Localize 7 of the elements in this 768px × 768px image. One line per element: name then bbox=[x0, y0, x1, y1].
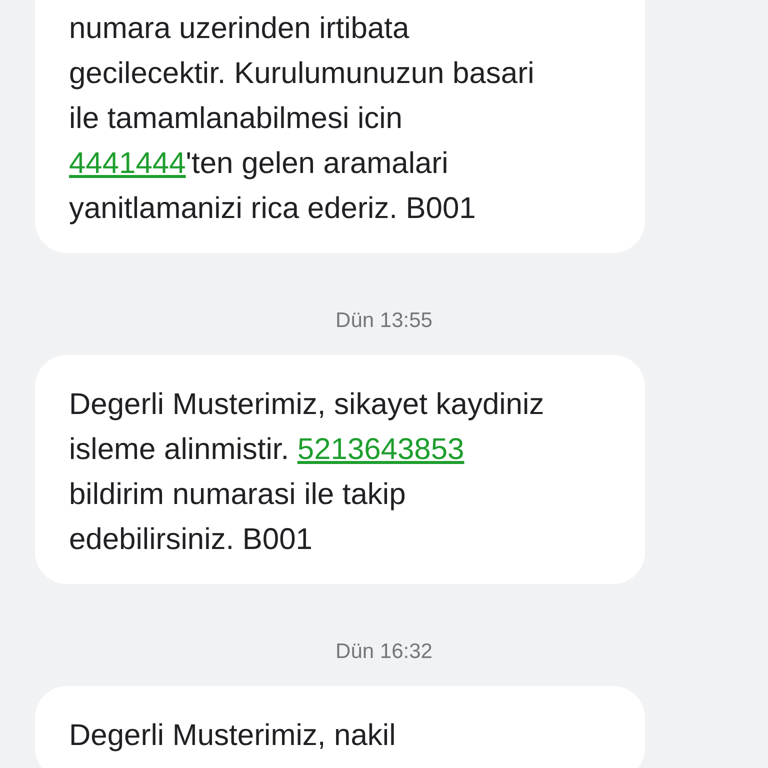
message-text: numara uzerinden irtibata gecilecektir. Kurulumunuzun basari ile tamamlanabilmesi icin 4441444'ten gelen aramalari yanitlamanizi rica ederiz. B001 bbox=[69, 11, 536, 227]
phone-number-link[interactable]: 5213643853 bbox=[297, 433, 464, 466]
message-timestamp: Dün 13:55 bbox=[336, 309, 432, 332]
phone-number-link[interactable]: 4441444 bbox=[69, 147, 186, 180]
message-text: Degerli Musterimiz, sikayet kaydiniz isleme alinmistir. 5213643853 bildirim numarasi ile takip edebilirsiniz. B001 bbox=[69, 387, 546, 558]
message-timestamp: Dün 16:32 bbox=[336, 640, 432, 663]
message-text: Degerli Musterimiz, nakil bbox=[69, 718, 397, 754]
